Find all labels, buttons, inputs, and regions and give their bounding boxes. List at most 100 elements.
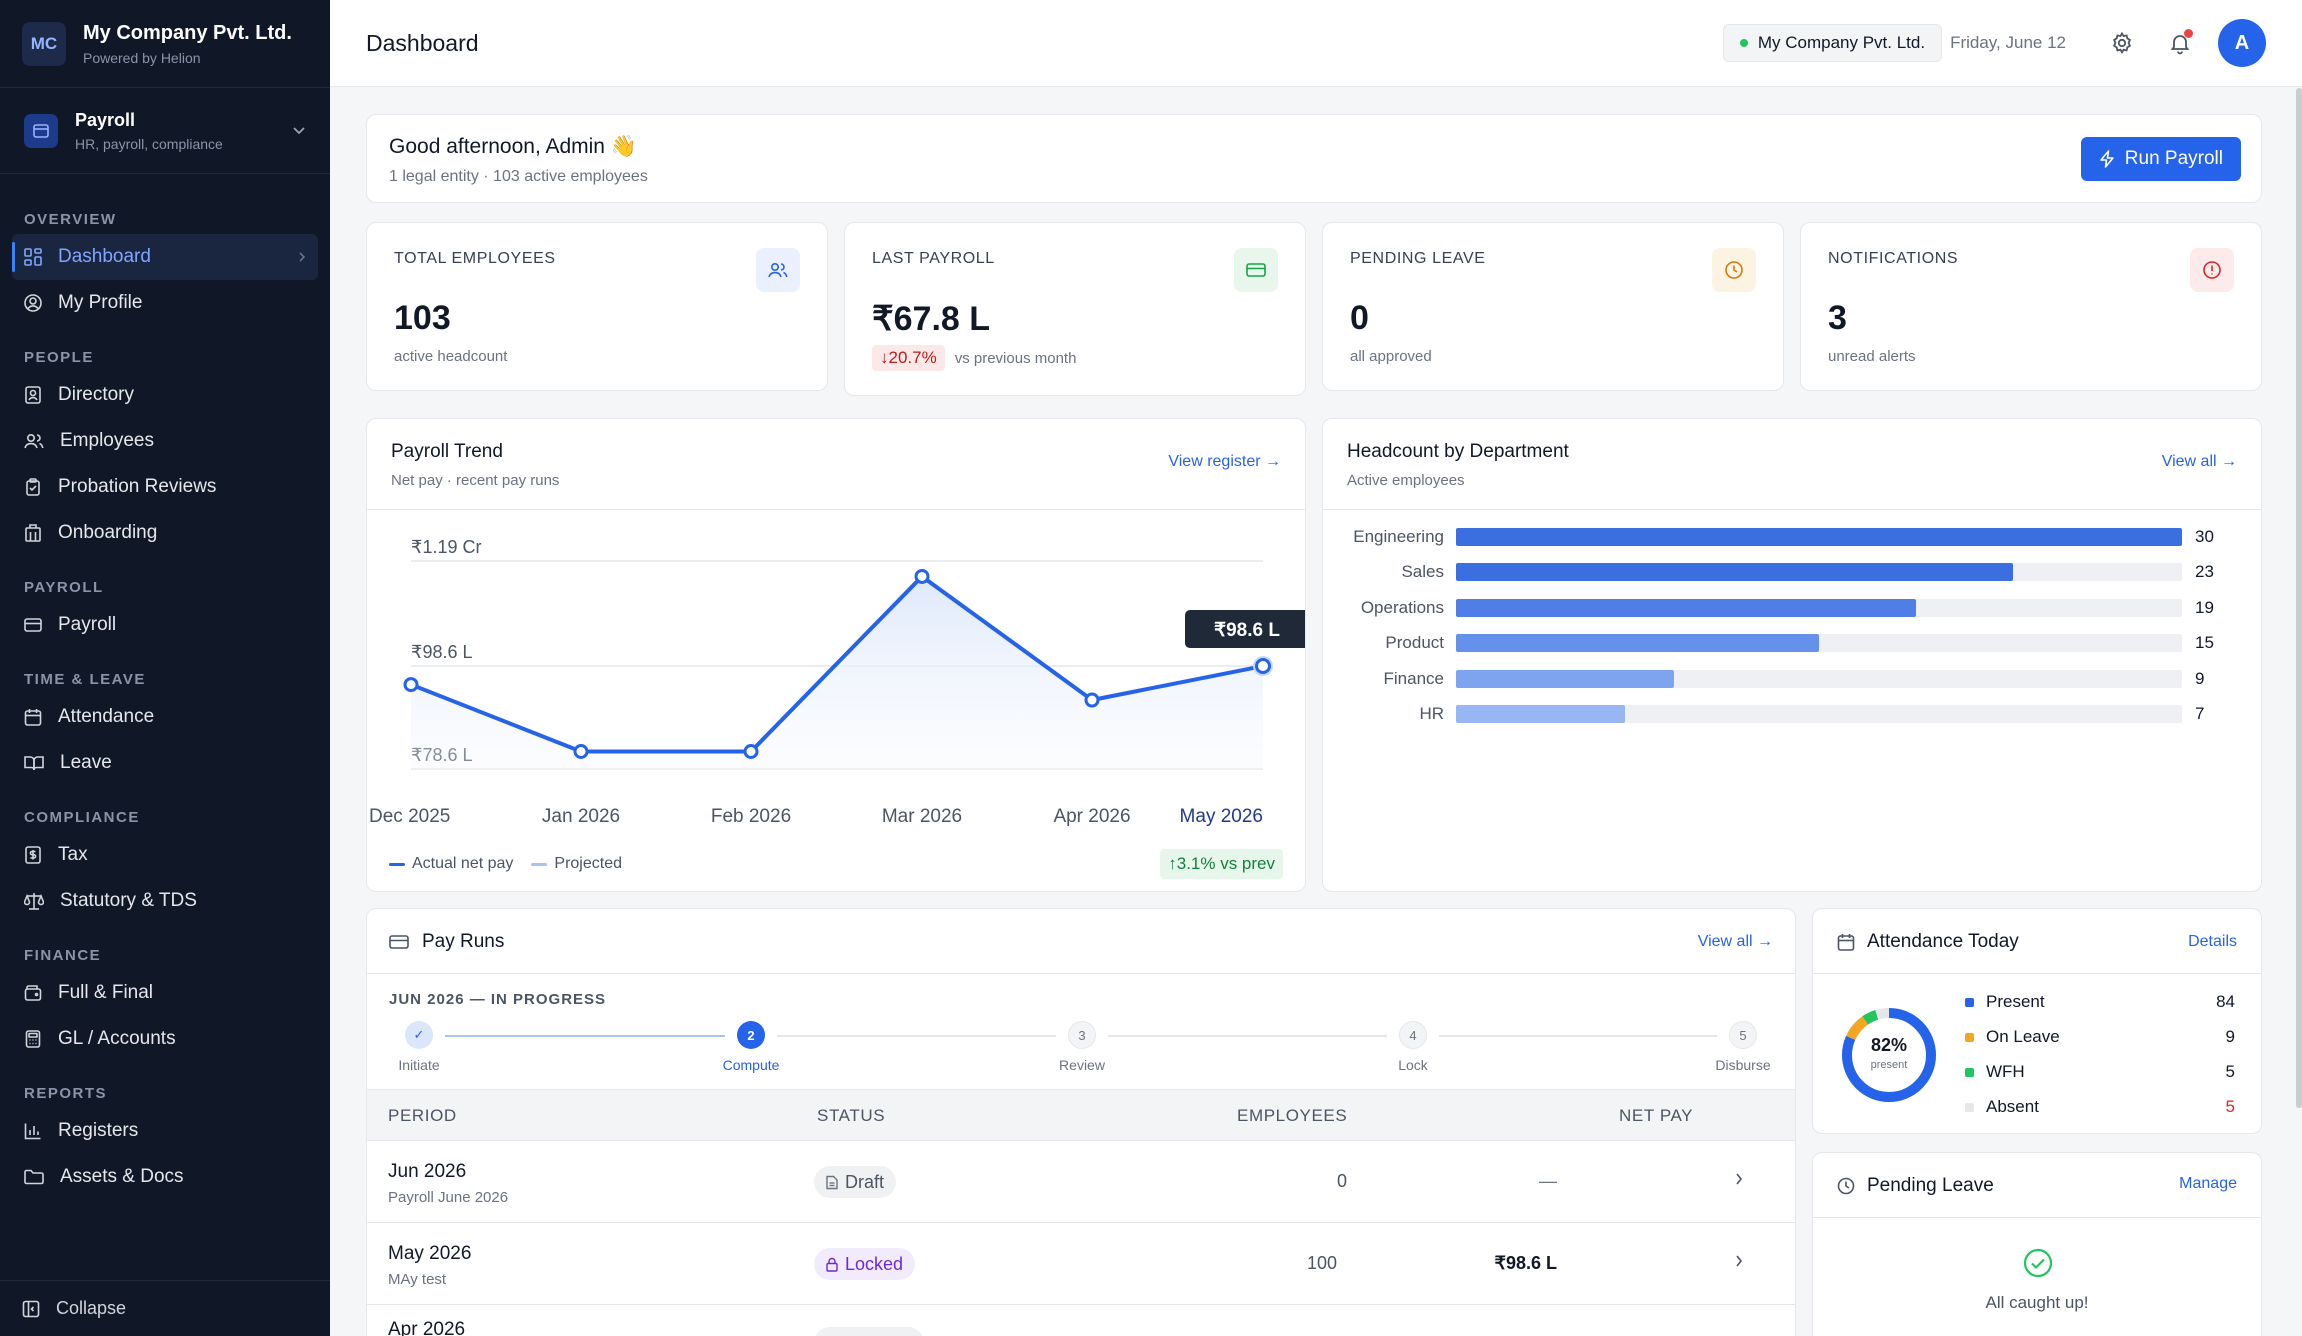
stat-card-notifications[interactable]: NOTIFICATIONS 3 unread alerts (1800, 222, 2262, 391)
module-name: Payroll (75, 109, 136, 130)
sidebar-item-full-final[interactable]: Full & Final (12, 970, 318, 1016)
payrun-stepper: ✓ Initiate 2 Compute 3 Review 4 Lock 5 Disburse (367, 1021, 1795, 1081)
row-subtitle: MAy test (388, 1271, 447, 1288)
run-payroll-button[interactable]: Run Payroll (2080, 137, 2241, 181)
manage-link[interactable]: Manage (2179, 1175, 2237, 1193)
row-period: Jun 2026 (388, 1161, 467, 1182)
step-disburse[interactable]: 5 Disburse (1703, 1021, 1783, 1073)
pay-runs-card: Pay Runs View all → JUN 2026 — IN PROGRE… (366, 908, 1796, 1336)
sidebar-item-dashboard[interactable]: Dashboard (12, 234, 318, 280)
step-review[interactable]: 3 Review (1042, 1021, 1122, 1073)
status-badge: Draft (814, 1166, 897, 1198)
sidebar-item-onboarding[interactable]: Onboarding (12, 510, 318, 556)
department-count: 15 (2195, 633, 2214, 653)
settings-button[interactable] (2102, 23, 2142, 63)
divider (1323, 509, 2261, 510)
legend-swatch (1965, 997, 1974, 1007)
department-row: Sales 23 (1323, 562, 2214, 582)
clipboard-check-icon (26, 478, 40, 496)
status-label: Locked (845, 1253, 904, 1274)
payrun-status: JUN 2026 — IN PROGRESS (389, 991, 607, 1008)
legend-on-leave: On Leave 9 (1965, 1026, 2235, 1048)
nav-section-time-leave: TIME & LEAVE (24, 671, 146, 688)
table-row[interactable]: Apr 2026 (367, 1305, 1795, 1336)
payroll-trend-chart: ₹78.6 L₹98.6 L₹1.19 CrDec 2025Jan 2026Fe… (369, 537, 1305, 827)
company-name: My Company Pvt. Ltd. (83, 21, 292, 44)
users-icon (756, 248, 800, 292)
data-point[interactable] (1084, 692, 1100, 708)
sidebar-item-label: Tax (58, 844, 88, 865)
module-switcher[interactable]: Payroll HR, payroll, compliance (0, 88, 330, 174)
bar-track (1456, 528, 2182, 546)
gear-icon (2112, 31, 2132, 55)
pending-leave-card: Pending Leave Manage All caught up! (1812, 1152, 2262, 1336)
stat-value: ₹67.8 L (872, 300, 991, 338)
sidebar-item-registers[interactable]: Registers (12, 1108, 318, 1154)
view-register-link[interactable]: View register → (1168, 453, 1281, 471)
sidebar-item-attendance[interactable]: Attendance (12, 694, 318, 740)
nav-section-reports: REPORTS (24, 1085, 108, 1102)
step-label: Review (1059, 1057, 1105, 1073)
step-number: 4 (1399, 1021, 1427, 1049)
details-link[interactable]: Details (2188, 933, 2237, 951)
step-compute[interactable]: 2 Compute (711, 1021, 791, 1073)
sidebar-item-tax[interactable]: Tax (12, 832, 318, 878)
sidebar-item-probation[interactable]: Probation Reviews (12, 464, 318, 510)
department-label: HR (1419, 704, 1444, 723)
view-all-link[interactable]: View all → (1698, 933, 1773, 951)
chevron-down-icon (293, 126, 305, 134)
page-scrollbar[interactable] (2296, 88, 2302, 1108)
sidebar-item-statutory[interactable]: Statutory & TDS (12, 878, 318, 924)
stat-card-employees[interactable]: TOTAL EMPLOYEES 103 active headcount (366, 222, 828, 391)
data-point[interactable] (914, 568, 930, 584)
bar-track (1456, 669, 2182, 688)
table-row[interactable]: Jun 2026 Payroll June 2026 Draft 0 — (367, 1141, 1795, 1223)
stat-card-last-payroll[interactable]: LAST PAYROLL ₹67.8 L ↓20.7% vs previous m… (844, 222, 1306, 396)
view-all-link[interactable]: View all → (2162, 453, 2237, 471)
lock-icon (826, 1257, 838, 1272)
sidebar-item-profile[interactable]: My Profile (12, 280, 318, 326)
sidebar-item-employees[interactable]: Employees (12, 418, 318, 464)
powered-by: Powered by Helion (83, 49, 201, 66)
department-count: 7 (2195, 704, 2205, 723)
alert-circle-icon (2190, 248, 2234, 292)
row-period: May 2026 (388, 1243, 472, 1264)
users-icon (24, 433, 44, 449)
step-initiate[interactable]: ✓ Initiate (379, 1021, 459, 1073)
scale-icon (24, 893, 44, 910)
avatar[interactable]: A (2218, 19, 2266, 67)
legend-wfh: WFH 5 (1965, 1061, 2235, 1083)
headcount-card: Headcount by Department Active employees… (1322, 418, 2262, 892)
stat-sub-row: ↓20.7% vs previous month (872, 345, 1076, 371)
company-pill-label: My Company Pvt. Ltd. (1757, 33, 1926, 52)
card-title: Payroll Trend (391, 441, 503, 462)
sidebar-item-assets-docs[interactable]: Assets & Docs (12, 1154, 318, 1200)
legend-absent: Absent 5 (1965, 1096, 2235, 1118)
company-switcher[interactable]: My Company Pvt. Ltd. (1722, 24, 1943, 62)
stepper-connector (1108, 1035, 1387, 1037)
data-point[interactable] (1255, 658, 1271, 675)
collapse-sidebar-button[interactable]: Collapse (0, 1280, 330, 1336)
step-lock[interactable]: 4 Lock (1373, 1021, 1453, 1073)
brand: MC My Company Pvt. Ltd. Powered by Helio… (0, 0, 330, 88)
department-row: Engineering 30 (1323, 527, 2214, 547)
notifications-button[interactable] (2160, 23, 2200, 63)
stat-card-pending-leave[interactable]: PENDING LEAVE 0 all approved (1322, 222, 1784, 391)
sidebar-item-directory[interactable]: Directory (12, 372, 318, 418)
x-tick-label: Dec 2025 (369, 806, 450, 827)
sidebar-item-gl-accounts[interactable]: GL / Accounts (12, 1016, 318, 1062)
chevron-right-icon (1736, 1255, 1743, 1267)
step-label: Disburse (1715, 1057, 1771, 1073)
bar (1456, 598, 1916, 617)
data-point[interactable] (743, 743, 759, 759)
sidebar-item-payroll[interactable]: Payroll (12, 602, 318, 648)
sidebar-item-leave[interactable]: Leave (12, 740, 318, 786)
sidebar-item-label: Full & Final (58, 982, 154, 1003)
table-row[interactable]: May 2026 MAy test Locked 100 ₹98.6 L (367, 1223, 1795, 1305)
user-circle-icon (24, 294, 42, 312)
data-point[interactable] (403, 677, 419, 693)
step-label: Compute (722, 1057, 780, 1073)
stat-label: TOTAL EMPLOYEES (394, 250, 556, 267)
bar-track (1456, 598, 2182, 617)
data-point[interactable] (573, 743, 589, 759)
